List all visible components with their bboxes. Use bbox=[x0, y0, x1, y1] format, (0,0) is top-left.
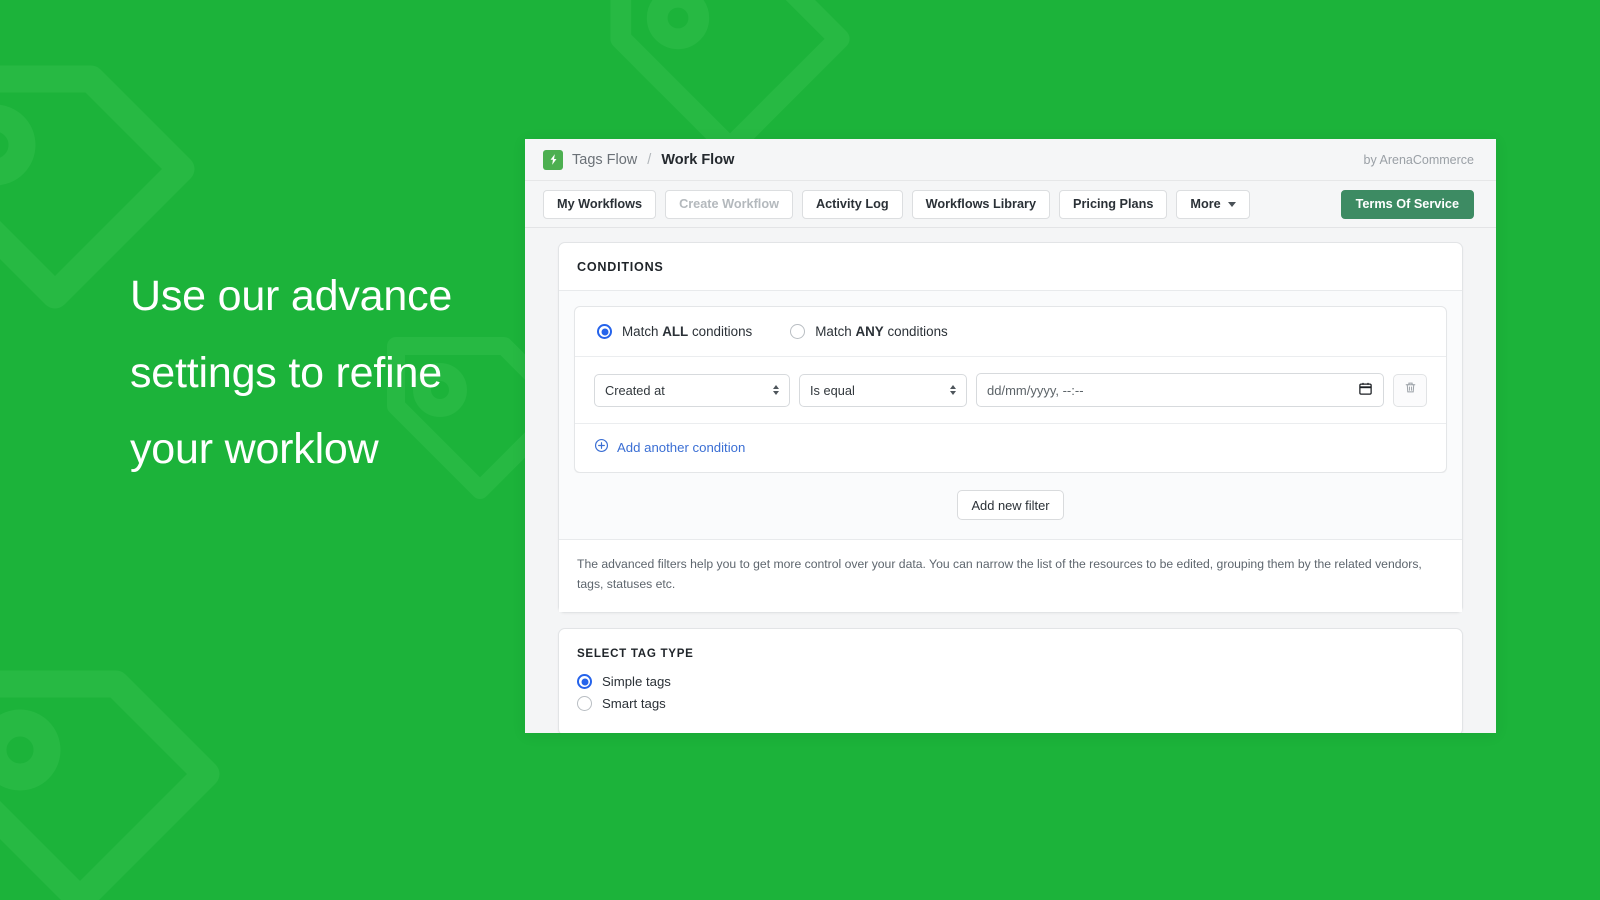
condition-date-input[interactable]: dd/mm/yyyy, --:-- bbox=[976, 373, 1384, 407]
app-window: Tags Flow / Work Flow by ArenaCommerce M… bbox=[525, 139, 1496, 733]
radio-indicator[interactable] bbox=[597, 324, 612, 339]
breadcrumb-app-name[interactable]: Tags Flow bbox=[572, 152, 637, 168]
conditions-help-text: The advanced filters help you to get mor… bbox=[559, 539, 1462, 612]
match-any-option[interactable]: Match ANY conditions bbox=[790, 324, 948, 339]
app-topbar: Tags Flow / Work Flow by ArenaCommerce bbox=[525, 139, 1496, 181]
vendor-byline: by ArenaCommerce bbox=[1363, 152, 1474, 167]
breadcrumb-separator: / bbox=[647, 151, 652, 168]
tag-type-card: SELECT TAG TYPE Simple tags Smart tags bbox=[558, 627, 1463, 733]
delete-condition-button[interactable] bbox=[1393, 373, 1427, 407]
add-filter-row: Add new filter bbox=[574, 473, 1447, 524]
condition-date-placeholder: dd/mm/yyyy, --:-- bbox=[987, 382, 1084, 398]
calendar-icon[interactable] bbox=[1358, 381, 1373, 399]
nav-button-pricing-plans[interactable]: Pricing Plans bbox=[1059, 189, 1168, 219]
conditions-title: CONDITIONS bbox=[577, 260, 664, 274]
tag-outline-shape bbox=[0, 670, 220, 900]
select-stepper-icon bbox=[950, 384, 956, 396]
plus-circle-icon bbox=[594, 438, 609, 456]
select-stepper-icon bbox=[773, 384, 779, 396]
app-navbar: My Workflows Create Workflow Activity Lo… bbox=[525, 181, 1496, 228]
nav-button-label: Create Workflow bbox=[679, 197, 779, 211]
match-any-label: Match ANY conditions bbox=[815, 324, 948, 339]
condition-operator-select[interactable]: Is equal bbox=[799, 373, 967, 407]
filter-group: Match ALL conditions Match ANY condition… bbox=[574, 306, 1447, 473]
nav-button-label: Workflows Library bbox=[925, 197, 1037, 211]
tag-type-option-simple[interactable]: Simple tags bbox=[577, 671, 1444, 693]
trash-icon bbox=[1404, 381, 1417, 399]
condition-field-select[interactable]: Created at bbox=[594, 373, 790, 407]
promo-headline: Use our advance settings to refine your … bbox=[130, 272, 453, 474]
tags-flow-logo-icon bbox=[543, 149, 563, 170]
tag-type-option-label: Simple tags bbox=[602, 674, 671, 690]
nav-button-activity-log[interactable]: Activity Log bbox=[801, 189, 903, 219]
breadcrumb-page-name: Work Flow bbox=[661, 151, 735, 168]
nav-button-label: My Workflows bbox=[557, 197, 643, 211]
radio-indicator[interactable] bbox=[577, 674, 592, 690]
add-another-condition-label: Add another condition bbox=[617, 439, 746, 455]
condition-operator-value: Is equal bbox=[810, 382, 855, 398]
add-another-condition-link[interactable]: Add another condition bbox=[594, 438, 745, 456]
add-new-filter-button[interactable]: Add new filter bbox=[957, 490, 1064, 520]
radio-indicator[interactable] bbox=[790, 324, 806, 339]
nav-button-more[interactable]: More bbox=[1176, 189, 1250, 219]
tag-type-title: SELECT TAG TYPE bbox=[577, 646, 694, 660]
conditions-card-header: CONDITIONS bbox=[559, 243, 1462, 291]
conditions-card: CONDITIONS Match ALL conditions Match AN… bbox=[558, 242, 1463, 613]
nav-button-label: Activity Log bbox=[815, 197, 889, 211]
terms-of-service-button[interactable]: Terms Of Service bbox=[1340, 189, 1474, 219]
breadcrumb: Tags Flow / Work Flow bbox=[543, 149, 735, 170]
chevron-down-icon bbox=[1227, 201, 1236, 207]
nav-button-label: More bbox=[1190, 197, 1221, 211]
nav-button-label: Pricing Plans bbox=[1073, 197, 1154, 211]
nav-button-create-workflow[interactable]: Create Workflow bbox=[665, 189, 793, 219]
conditions-card-body: Match ALL conditions Match ANY condition… bbox=[559, 291, 1462, 539]
tag-type-option-label: Smart tags bbox=[602, 696, 666, 712]
nav-button-workflows-library[interactable]: Workflows Library bbox=[911, 189, 1051, 219]
radio-indicator[interactable] bbox=[577, 696, 592, 712]
match-all-option[interactable]: Match ALL conditions bbox=[597, 324, 752, 339]
match-all-label: Match ALL conditions bbox=[622, 324, 753, 339]
condition-row: Created at Is equal dd/mm/yyyy, --:-- bbox=[575, 357, 1446, 424]
nav-button-my-workflows[interactable]: My Workflows bbox=[543, 189, 657, 219]
match-mode-row: Match ALL conditions Match ANY condition… bbox=[575, 307, 1446, 357]
tag-type-option-smart[interactable]: Smart tags bbox=[577, 693, 1444, 715]
add-condition-row: Add another condition bbox=[575, 424, 1446, 472]
condition-field-value: Created at bbox=[605, 382, 665, 398]
app-content: CONDITIONS Match ALL conditions Match AN… bbox=[525, 228, 1496, 733]
